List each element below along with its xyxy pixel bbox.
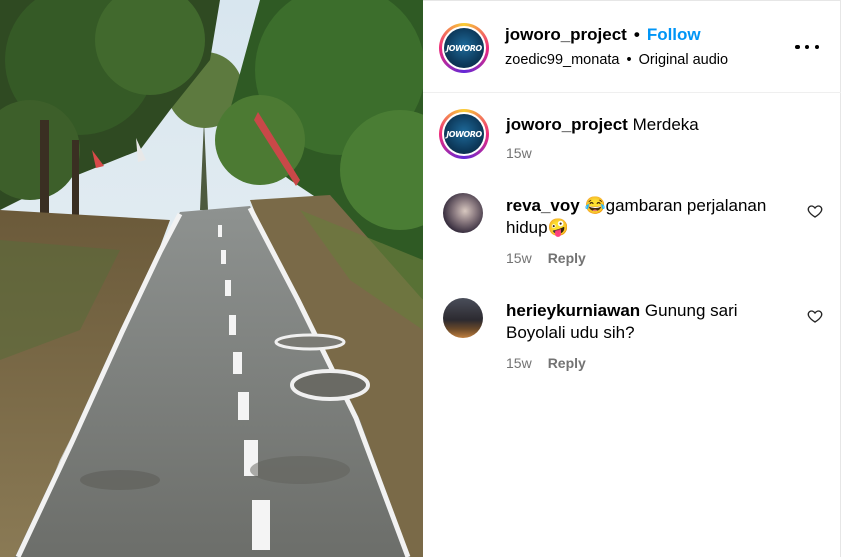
header-separator: • <box>633 25 640 44</box>
reply-button[interactable]: Reply <box>548 355 586 371</box>
commenter-avatar[interactable] <box>443 298 483 338</box>
comment-age: 15w <box>506 250 532 266</box>
audio-separator: • <box>626 52 632 68</box>
emoji-laugh-icon: 😂 <box>584 196 606 215</box>
caption-avatar-logo: JOWORO <box>444 114 484 154</box>
post-side-panel: JOWORO joworo_project • Follow zoedic99_mo… <box>423 0 841 557</box>
original-audio-link[interactable]: Original audio <box>639 52 728 68</box>
comment-text: herieykurniawan Gunung sari Boyolali udu… <box>506 300 786 344</box>
comment-meta: 15w Reply <box>506 250 586 266</box>
caption-body: Merdeka <box>632 115 699 134</box>
audio-username[interactable]: zoedic99_monata <box>505 52 619 68</box>
comment-item: herieykurniawan Gunung sari Boyolali udu… <box>423 286 841 386</box>
comment-item: reva_voy 😂gambaran perjalanan hidup🤪 15w… <box>423 181 841 281</box>
post-media[interactable] <box>0 0 423 557</box>
comment-username[interactable]: reva_voy <box>506 196 580 215</box>
comment-username[interactable]: herieykurniawan <box>506 301 640 320</box>
author-username[interactable]: joworo_project <box>505 25 627 44</box>
comment-meta: 15w Reply <box>506 355 586 371</box>
post-header: JOWORO joworo_project • Follow zoedic99_mo… <box>423 1 841 93</box>
like-heart-icon[interactable] <box>807 308 823 324</box>
emoji-zany-icon: 🤪 <box>547 218 569 237</box>
reply-button[interactable]: Reply <box>548 250 586 266</box>
like-heart-icon[interactable] <box>807 203 823 219</box>
page-margin <box>841 0 847 557</box>
more-options-icon[interactable] <box>795 37 819 57</box>
commenter-avatar[interactable] <box>443 193 483 233</box>
author-avatar[interactable]: JOWORO <box>439 23 489 73</box>
caption-text: joworo_project Merdeka <box>506 114 786 136</box>
header-line: joworo_project • Follow <box>505 25 701 45</box>
audio-line: zoedic99_monata • Original audio <box>505 52 728 68</box>
comment-text: reva_voy 😂gambaran perjalanan hidup🤪 <box>506 195 786 239</box>
avatar-logo: JOWORO <box>444 28 484 68</box>
caption-avatar[interactable]: JOWORO <box>439 109 489 159</box>
follow-button[interactable]: Follow <box>647 25 701 44</box>
caption: JOWORO joworo_project Merdeka 15w <box>423 93 841 173</box>
caption-age: 15w <box>506 145 532 161</box>
caption-username[interactable]: joworo_project <box>506 115 628 134</box>
road-video-frame <box>0 0 423 557</box>
comment-age: 15w <box>506 355 532 371</box>
